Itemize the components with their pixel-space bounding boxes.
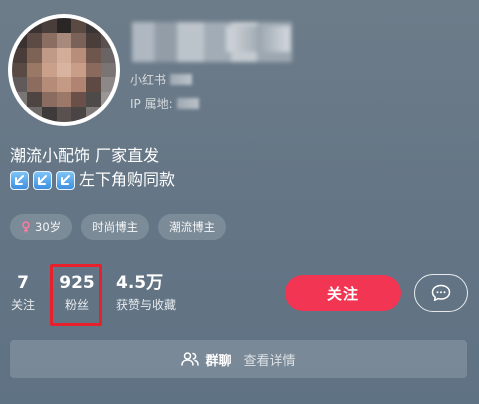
avatar[interactable] [8, 14, 120, 126]
ip-label: IP 属地: [130, 97, 173, 111]
ip-blurred [176, 98, 199, 109]
tag-age-label: 30岁 [35, 220, 62, 234]
avatar-pixel [101, 18, 116, 33]
avatar-pixel [26, 62, 42, 78]
avatar-pixel [56, 18, 72, 33]
avatar-pixel [56, 77, 72, 93]
avatar-pixel [86, 92, 102, 108]
avatar-pixel [56, 107, 72, 122]
avatar-pixel [56, 92, 72, 108]
avatar-pixel [26, 18, 42, 33]
down-left-arrow-icon [33, 170, 52, 190]
avatar-pixel [26, 77, 42, 93]
female-icon [22, 221, 30, 233]
avatar-pixel [12, 32, 27, 48]
avatar-pixel [12, 62, 27, 78]
view-details-link[interactable]: 查看详情 [244, 350, 296, 369]
avatar-pixel [41, 32, 57, 48]
down-left-arrow-icon [56, 170, 75, 190]
avatar-pixel [41, 47, 57, 63]
stat-likes[interactable]: 4.5万 获赞与收藏 [116, 272, 186, 314]
bio-line-2: 左下角购同款 [10, 168, 175, 192]
platform-label: 小红书 [130, 73, 167, 87]
chat-bubble-icon [431, 284, 451, 302]
avatar-pixel [56, 62, 72, 78]
bio-line-1: 潮流小配饰 厂家直发 [10, 146, 160, 165]
avatar-pixel [86, 18, 102, 33]
tag-fashion-blogger[interactable]: 时尚博主 [81, 214, 150, 240]
tag-trend-blogger[interactable]: 潮流博主 [158, 214, 227, 240]
message-button[interactable] [414, 274, 468, 312]
avatar-pixel [26, 107, 42, 122]
avatar-pixel [12, 77, 27, 93]
avatar-pixel [101, 77, 116, 93]
following-count: 7 [17, 273, 29, 293]
avatar-pixel [86, 32, 102, 48]
avatar-pixel [56, 32, 72, 48]
avatar-pixel [12, 107, 27, 122]
avatar-pixel [86, 62, 102, 78]
avatar-pixel [26, 32, 42, 48]
avatar-pixel [12, 18, 27, 33]
avatar-pixel [101, 107, 116, 122]
avatar-pixel [71, 32, 87, 48]
tag-label: 潮流博主 [169, 220, 216, 234]
tag-age[interactable]: 30岁 [10, 214, 73, 240]
avatar-pixel [41, 62, 57, 78]
avatar-pixel [12, 47, 27, 63]
avatar-image [12, 18, 116, 122]
likes-count: 4.5万 [116, 273, 164, 293]
avatar-pixel [12, 92, 27, 108]
fans-highlight-box [50, 264, 102, 326]
bio-line-2-text: 左下角购同款 [79, 170, 176, 189]
ip-location-line: IP 属地: [130, 95, 199, 112]
group-chat-bar[interactable]: 群聊 查看详情 [10, 340, 467, 378]
bio: 潮流小配饰 厂家直发 左下角购同款 [10, 144, 175, 192]
tag-label: 时尚博主 [92, 220, 139, 234]
stat-following[interactable]: 7 关注 [8, 272, 38, 314]
follow-button[interactable]: 关注 [285, 275, 401, 311]
username-blurred-part [226, 26, 290, 52]
avatar-pixel [41, 18, 57, 33]
avatar-pixel [41, 107, 57, 122]
avatar-pixel [41, 92, 57, 108]
avatar-pixel [101, 32, 116, 48]
following-label: 关注 [10, 298, 35, 312]
avatar-pixel [86, 77, 102, 93]
tag-list: 30岁 时尚博主 潮流博主 [10, 214, 227, 240]
platform-id-line: 小红书 [130, 71, 193, 88]
likes-label: 获赞与收藏 [116, 298, 177, 312]
avatar-pixel [86, 47, 102, 63]
avatar-pixel [101, 92, 116, 108]
avatar-pixel [26, 47, 42, 63]
avatar-pixel [41, 77, 57, 93]
avatar-pixel [71, 18, 87, 33]
avatar-pixel [56, 47, 72, 63]
avatar-pixel [71, 47, 87, 63]
avatar-pixel [101, 62, 116, 78]
avatar-pixel [101, 47, 116, 63]
id-blurred [170, 74, 193, 85]
group-chat-label: 群聊 [205, 353, 232, 369]
avatar-pixel [26, 92, 42, 108]
down-left-arrow-icon [10, 170, 29, 190]
avatar-pixel [86, 107, 102, 122]
avatar-pixel [71, 107, 87, 122]
avatar-pixel [71, 77, 87, 93]
group-users-icon [181, 352, 200, 366]
avatar-pixel [71, 92, 87, 108]
avatar-pixel [71, 62, 87, 78]
